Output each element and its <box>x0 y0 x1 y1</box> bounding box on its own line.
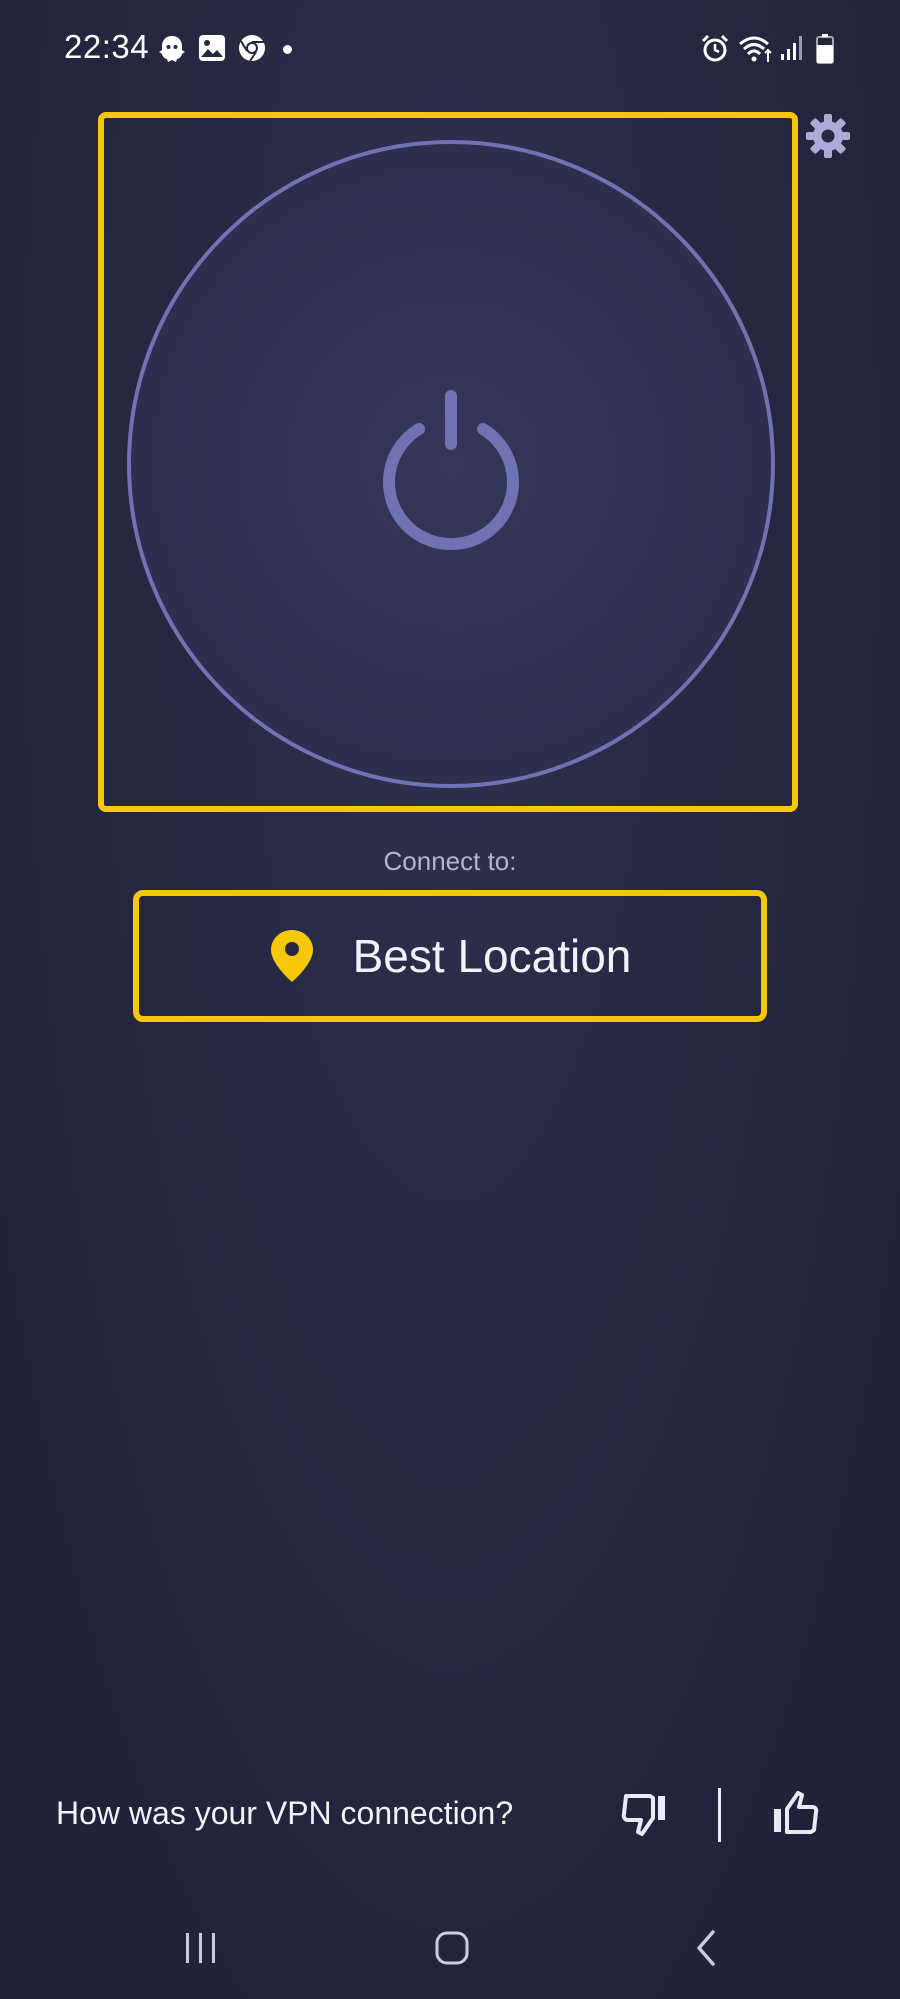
recent-apps-icon <box>183 1931 219 1965</box>
back-button[interactable] <box>666 1918 746 1978</box>
alarm-icon <box>700 34 730 69</box>
battery-icon <box>816 34 834 69</box>
notification-dot <box>283 45 292 54</box>
home-icon <box>434 1930 470 1966</box>
settings-button[interactable] <box>800 108 856 164</box>
feedback-question: How was your VPN connection? <box>56 1795 514 1831</box>
gallery-icon <box>198 34 226 67</box>
home-button[interactable] <box>412 1918 492 1978</box>
dislike-button[interactable] <box>618 1786 674 1842</box>
like-button[interactable] <box>766 1786 822 1842</box>
power-button[interactable] <box>127 140 775 788</box>
wifi-icon <box>738 34 774 69</box>
location-pin-icon <box>269 928 315 984</box>
feedback-divider <box>718 1788 721 1842</box>
gear-icon <box>805 113 851 159</box>
back-icon <box>693 1929 719 1967</box>
thumbs-up-icon <box>768 1790 820 1838</box>
signal-icon <box>780 34 804 67</box>
connect-to-label: Connect to: <box>383 846 517 876</box>
thumbs-down-icon <box>620 1790 672 1838</box>
recent-apps-button[interactable] <box>161 1918 241 1978</box>
status-bar: 22:34 <box>0 0 900 100</box>
power-icon <box>361 374 541 554</box>
location-selector[interactable]: Best Location <box>133 890 767 1022</box>
status-time: 22:34 <box>64 28 150 65</box>
snapchat-ghost-icon <box>158 34 186 69</box>
location-name: Best Location <box>352 930 632 982</box>
chrome-icon <box>238 34 266 67</box>
